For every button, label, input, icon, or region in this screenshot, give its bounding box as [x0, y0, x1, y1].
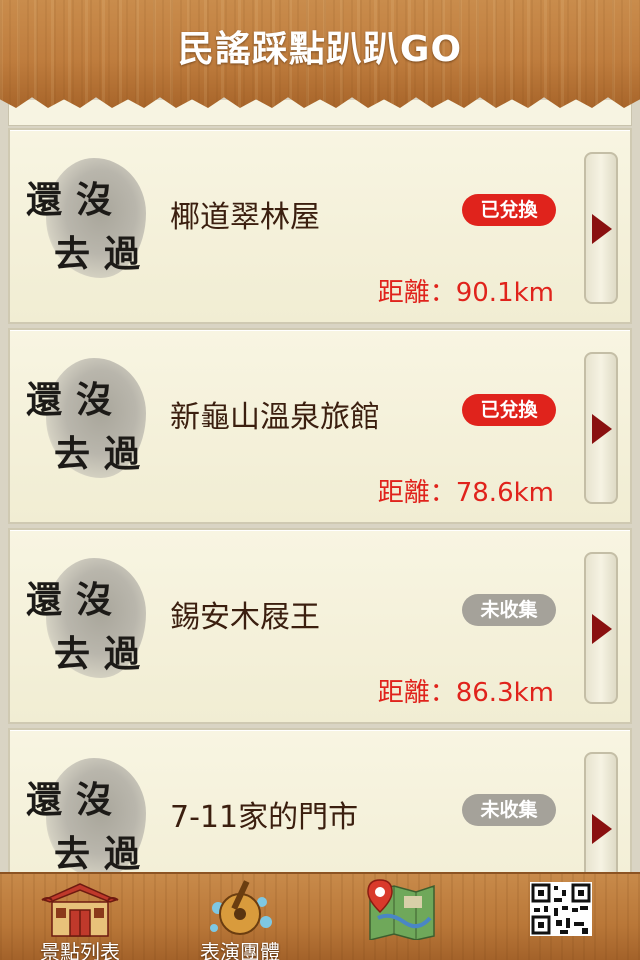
stamp-char: 去: [54, 233, 91, 275]
not-visited-stamp: 還 沒 去 過: [20, 152, 150, 292]
temple-icon: [41, 883, 119, 937]
list-top-edge: [8, 100, 632, 126]
stamp-char: 還: [26, 179, 63, 221]
stamp-char: 沒: [76, 579, 113, 621]
detail-arrow-button[interactable]: [584, 752, 618, 875]
stamp-char: 過: [104, 833, 141, 875]
status-badge: 已兌換: [462, 394, 556, 426]
distance-label: 距離：78.6km: [377, 478, 554, 508]
stamp-char: 去: [54, 633, 91, 675]
stamp-char: 沒: [76, 779, 113, 821]
map-icon: [367, 879, 435, 940]
tab-spot-list[interactable]: 景點列表: [0, 874, 160, 960]
stamp-char: 過: [104, 233, 141, 275]
detail-arrow-button[interactable]: [584, 552, 618, 704]
page-title: 民謠踩點趴趴GO: [177, 29, 463, 70]
status-badge: 未收集: [462, 794, 556, 826]
list-item[interactable]: 還 沒 去 過 新龜山溫泉旅館 已兌換 距離：78.6km: [8, 328, 632, 524]
stamp-char: 還: [26, 579, 63, 621]
not-visited-stamp: 還 沒 去 過: [20, 752, 150, 875]
status-badge: 未收集: [462, 594, 556, 626]
list-item[interactable]: 還 沒 去 過 椰道翠林屋 已兌換 距離：90.1km: [8, 128, 632, 324]
spot-name: 椰道翠林屋: [170, 200, 320, 235]
spot-name: 錫安木屐王: [170, 600, 320, 635]
spot-list[interactable]: 還 沒 去 過 椰道翠林屋 已兌換 距離：90.1km 還 沒 去 過 新龜山溫…: [0, 100, 640, 875]
stamp-char: 還: [26, 379, 63, 421]
stamp-char: 沒: [76, 179, 113, 221]
distance-label: 距離：86.3km: [377, 678, 554, 708]
spot-name: 7-11家的門市: [170, 800, 359, 835]
tab-label: 景點列表: [40, 940, 120, 960]
qr-code-icon: [530, 882, 592, 936]
tab-bar: 景點列表 表演團體: [0, 872, 640, 960]
stamp-char: 去: [54, 833, 91, 875]
tab-performance-groups[interactable]: 表演團體: [160, 874, 320, 960]
status-badge: 已兌換: [462, 194, 556, 226]
detail-arrow-button[interactable]: [584, 152, 618, 304]
distance-label: 距離：90.1km: [377, 278, 554, 308]
stamp-char: 去: [54, 433, 91, 475]
list-item[interactable]: 還 沒 去 過 7-11家的門市 未收集: [8, 728, 632, 875]
stamp-char: 過: [104, 633, 141, 675]
stamp-char: 過: [104, 433, 141, 475]
tab-map[interactable]: [320, 874, 480, 960]
spot-name: 新龜山溫泉旅館: [170, 400, 380, 435]
not-visited-stamp: 還 沒 去 過: [20, 352, 150, 492]
not-visited-stamp: 還 沒 去 過: [20, 552, 150, 692]
app-header: 民謠踩點趴趴GO: [0, 0, 640, 108]
stamp-char: 沒: [76, 379, 113, 421]
guitar-icon: [210, 880, 272, 935]
tab-qr-scan[interactable]: [480, 874, 640, 960]
detail-arrow-button[interactable]: [584, 352, 618, 504]
list-item[interactable]: 還 沒 去 過 錫安木屐王 未收集 距離：86.3km: [8, 528, 632, 724]
stamp-char: 還: [26, 779, 63, 821]
tab-label: 表演團體: [200, 940, 280, 960]
